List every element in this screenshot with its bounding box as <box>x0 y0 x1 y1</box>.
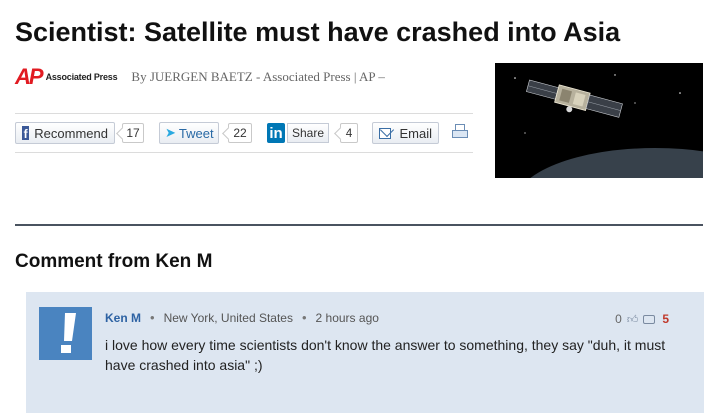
ap-logo-name: Associated Press <box>45 72 118 82</box>
reply-count[interactable]: 5 <box>662 312 669 326</box>
share-bar-bottom-divider <box>15 152 473 153</box>
ap-logo[interactable]: AP Associated Press <box>15 64 118 89</box>
tweet-count: 22 <box>228 123 252 143</box>
satellite-image <box>495 63 703 178</box>
thumbs-up-icon[interactable]: 👍︎ <box>627 313 639 326</box>
comment-author[interactable]: Ken M <box>105 311 141 325</box>
tweet-label: Tweet <box>178 125 214 141</box>
linkedin-icon: in <box>267 123 285 143</box>
email-button[interactable]: Email <box>372 122 439 144</box>
share-bar-top-divider <box>15 113 473 114</box>
printer-icon[interactable] <box>452 124 468 141</box>
byline-text: By JUERGEN BAETZ - Associated Press | AP… <box>131 69 385 84</box>
comment-meta: Ken M • New York, United States • 2 hour… <box>105 310 379 325</box>
separator-dot: • <box>150 310 155 325</box>
comment-time: 2 hours ago <box>315 310 379 325</box>
email-label: Email <box>399 125 432 141</box>
comment-item: Ken M • New York, United States • 2 hour… <box>26 292 704 413</box>
section-divider <box>15 224 703 226</box>
recommend-count: 17 <box>122 123 144 143</box>
avatar-exclamation-icon <box>61 313 76 353</box>
article-headline: Scientist: Satellite must have crashed i… <box>15 17 621 47</box>
facebook-recommend-button[interactable]: f Recommend <box>15 122 115 144</box>
byline: AP Associated Press By JUERGEN BAETZ - A… <box>15 66 385 88</box>
comment-text: i love how every time scientists don't k… <box>105 337 666 373</box>
share-label: Share <box>286 123 329 143</box>
linkedin-share-button[interactable]: in Share <box>265 122 331 144</box>
ap-logo-mark: AP <box>15 64 44 89</box>
facebook-icon: f <box>22 126 30 141</box>
separator-dot: • <box>301 310 307 325</box>
share-count: 4 <box>340 123 358 143</box>
comment-section-title: Comment from Ken M <box>15 251 213 272</box>
recommend-label: Recommend <box>34 125 108 141</box>
twitter-bird-icon: ➤ <box>165 125 176 140</box>
envelope-icon <box>379 127 392 139</box>
comment-actions: 0 👍︎ 5 <box>615 312 669 326</box>
like-count: 0 <box>615 312 622 326</box>
satellite-photo[interactable] <box>495 63 703 178</box>
tweet-button[interactable]: ➤ Tweet <box>159 122 219 144</box>
reply-bubble-icon[interactable] <box>643 314 656 324</box>
avatar[interactable] <box>39 307 92 360</box>
comment-location: New York, United States <box>163 310 293 325</box>
